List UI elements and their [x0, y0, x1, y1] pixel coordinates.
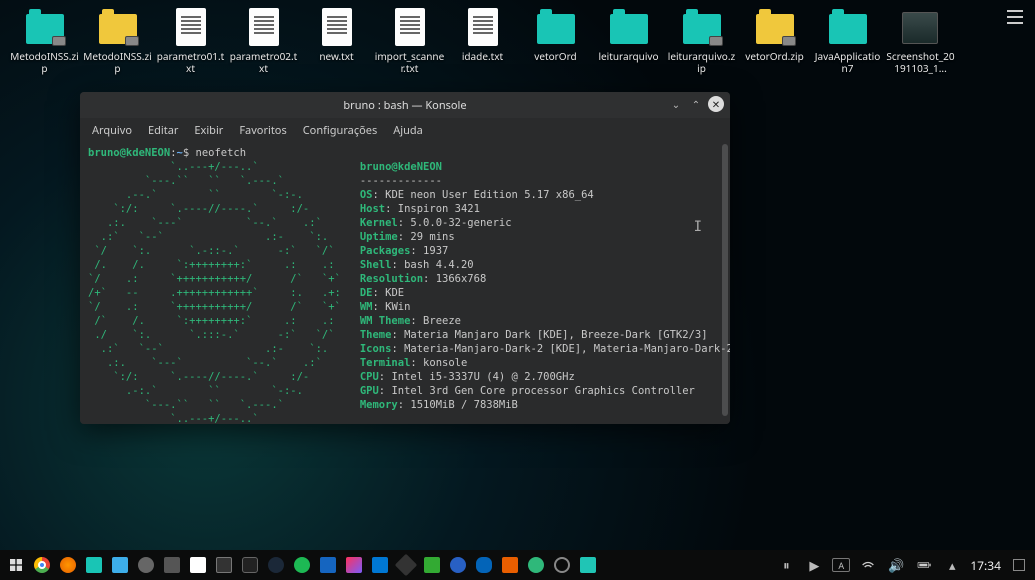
desktop-icon[interactable]: leiturarquivo: [592, 6, 665, 74]
menu-arquivo[interactable]: Arquivo: [92, 123, 132, 138]
editor-icon[interactable]: [422, 555, 442, 575]
onedrive-icon[interactable]: [474, 555, 494, 575]
desktop-icon-label: parametro01.txt: [156, 50, 226, 74]
image-file-icon: [902, 8, 940, 46]
desktop-icon[interactable]: MetodoINSS.zip: [8, 6, 81, 74]
desktop-icon-label: leiturarquivo.zip: [667, 50, 737, 74]
text-file-icon: [318, 8, 356, 46]
battery-tray-icon[interactable]: [914, 555, 934, 575]
window-titlebar[interactable]: bruno : bash — Konsole ⌄ ⌃ ✕: [80, 92, 730, 118]
desktop-icon-label: parametro02.txt: [229, 50, 299, 74]
inkscape-icon[interactable]: [396, 555, 416, 575]
desktop-icon[interactable]: import_scanner.txt: [373, 6, 446, 74]
desktop-icon-label: JavaApplication7: [813, 50, 883, 74]
minimize-button[interactable]: ⌄: [668, 96, 684, 112]
expand-tray-icon[interactable]: ▴: [942, 555, 962, 575]
text-file-icon: [245, 8, 283, 46]
terminal-content: bruno@kdeNEON:~$ neofetch `..---+/---..`…: [88, 146, 722, 424]
libreoffice-icon[interactable]: [188, 555, 208, 575]
desktop-icon-label: MetodoINSS.zip: [83, 50, 153, 74]
pause-tray-icon[interactable]: ⏸: [776, 555, 796, 575]
text-file-icon: [172, 8, 210, 46]
text-file-icon: [464, 8, 502, 46]
menu-ajuda[interactable]: Ajuda: [393, 123, 423, 138]
steam-icon[interactable]: [266, 555, 286, 575]
intellij-icon[interactable]: [344, 555, 364, 575]
desktop-icon[interactable]: idade.txt: [446, 6, 519, 74]
desktop-icon-label: vetorOrd.zip: [745, 50, 804, 62]
phone-icon[interactable]: [240, 555, 260, 575]
show-desktop-icon[interactable]: [1009, 555, 1029, 575]
desktop-icon[interactable]: vetorOrd.zip: [738, 6, 811, 74]
app-launcher-icon[interactable]: [6, 555, 26, 575]
zip-folder-icon: [756, 8, 794, 46]
desktop-icon[interactable]: vetorOrd: [519, 6, 592, 74]
panel-clock[interactable]: 17:34: [970, 557, 1001, 574]
text-cursor-icon: 𝙸: [694, 220, 702, 234]
window-title: bruno : bash — Konsole: [343, 98, 466, 113]
menu-bar: Arquivo Editar Exibir Favoritos Configuraçõe…: [80, 118, 730, 142]
desktop-icon-label: vetorOrd: [534, 50, 576, 62]
firefox-icon[interactable]: [58, 555, 78, 575]
circle-icon[interactable]: [552, 555, 572, 575]
menu-exibir[interactable]: Exibir: [194, 123, 223, 138]
play-tray-icon[interactable]: ▶: [804, 555, 824, 575]
folder-icon: [537, 8, 575, 46]
cyan-icon[interactable]: [578, 555, 598, 575]
discover-icon[interactable]: [110, 555, 130, 575]
zip-folder-icon: [683, 8, 721, 46]
folder-icon: [829, 8, 867, 46]
reload-icon[interactable]: [526, 555, 546, 575]
desktop-icon-label: Screenshot_20191103_1...: [886, 50, 956, 74]
vscode-icon[interactable]: [370, 555, 390, 575]
text-file-icon: [391, 8, 429, 46]
desktop-icon[interactable]: parametro02.txt: [227, 6, 300, 74]
desktop-icons: MetodoINSS.zipMetodoINSS.zipparametro01.…: [8, 6, 1027, 74]
desktop-icon-label: leiturarquivo: [598, 50, 658, 62]
desktop-icon-label: new.txt: [319, 50, 353, 62]
spotify-icon[interactable]: [292, 555, 312, 575]
calc-icon[interactable]: [214, 555, 234, 575]
terminal-viewport[interactable]: bruno@kdeNEON:~$ neofetch `..---+/---..`…: [80, 142, 730, 424]
maximize-button[interactable]: ⌃: [688, 96, 704, 112]
desktop-icon[interactable]: new.txt: [300, 6, 373, 74]
desktop-icon-label: MetodoINSS.zip: [10, 50, 80, 74]
desktop-icon[interactable]: parametro01.txt: [154, 6, 227, 74]
zip-folder-icon: [99, 8, 137, 46]
files-icon[interactable]: [84, 555, 104, 575]
vlc-icon[interactable]: [500, 555, 520, 575]
keyboard-caps-icon[interactable]: A: [832, 558, 850, 572]
konsole-window: bruno : bash — Konsole ⌄ ⌃ ✕ Arquivo Edit…: [80, 92, 730, 424]
activities-burger-icon[interactable]: [1007, 10, 1023, 24]
close-button[interactable]: ✕: [708, 96, 724, 112]
taskbar-panel: ⏸ ▶ A 🔊 ▴ 17:34: [0, 550, 1035, 580]
terminal-scrollbar[interactable]: [722, 144, 728, 416]
settings-icon[interactable]: [136, 555, 156, 575]
desktop-icon-label: import_scanner.txt: [375, 50, 445, 74]
stacer-icon[interactable]: [448, 555, 468, 575]
kate-icon[interactable]: [162, 555, 182, 575]
volume-tray-icon[interactable]: 🔊: [886, 555, 906, 575]
menu-configurações[interactable]: Configurações: [303, 123, 378, 138]
desktop-icon[interactable]: JavaApplication7: [811, 6, 884, 74]
chrome-icon[interactable]: [32, 555, 52, 575]
netbeans-icon[interactable]: [318, 555, 338, 575]
desktop-icon[interactable]: Screenshot_20191103_1...: [884, 6, 957, 74]
menu-editar[interactable]: Editar: [148, 123, 178, 138]
zip-folder-icon: [26, 8, 64, 46]
menu-favoritos[interactable]: Favoritos: [239, 123, 286, 138]
desktop-icon-label: idade.txt: [462, 50, 503, 62]
desktop-icon[interactable]: leiturarquivo.zip: [665, 6, 738, 74]
desktop-icon[interactable]: MetodoINSS.zip: [81, 6, 154, 74]
folder-icon: [610, 8, 648, 46]
wifi-tray-icon[interactable]: [858, 555, 878, 575]
